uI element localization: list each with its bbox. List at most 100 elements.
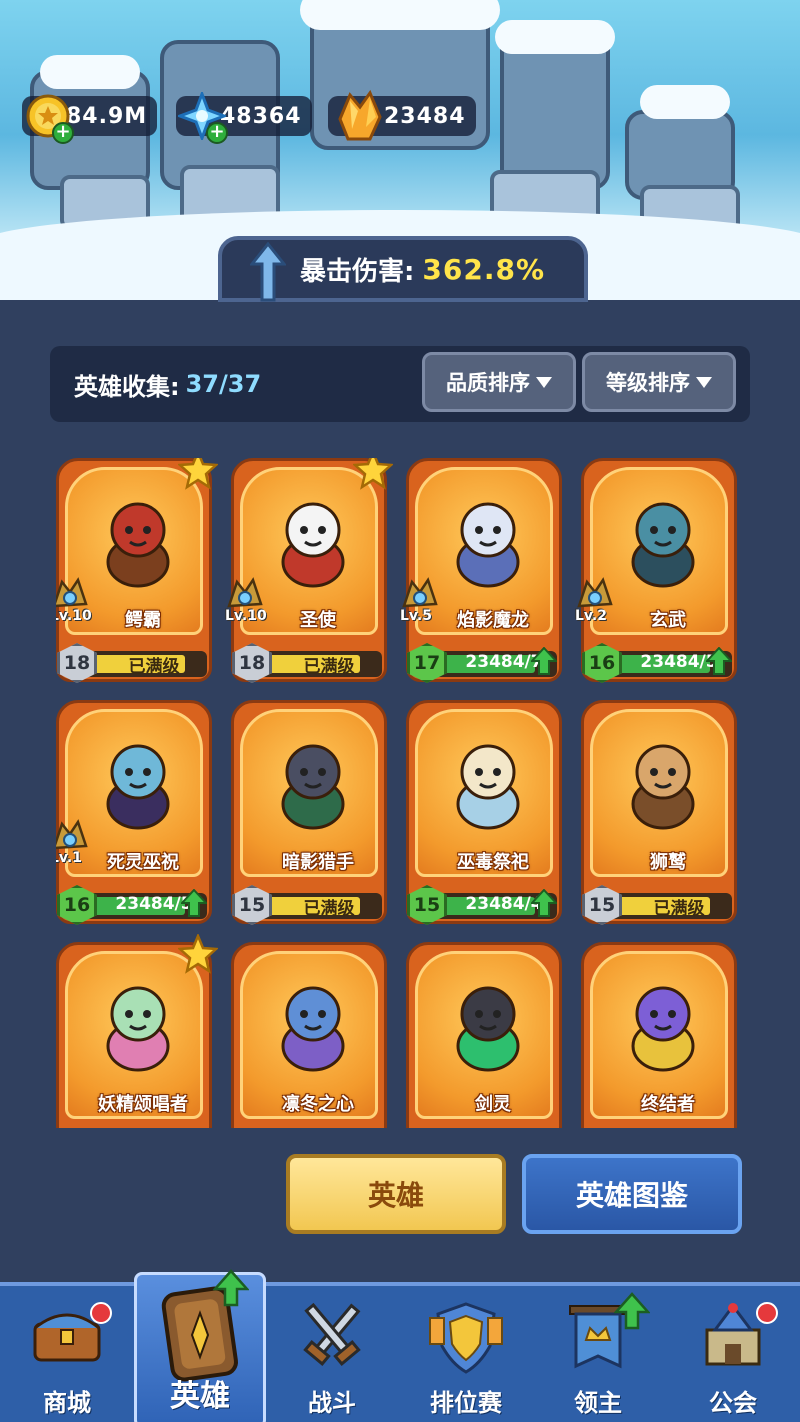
hero-portrait-icon	[631, 502, 695, 588]
hero-name: 狮鹫	[650, 852, 686, 873]
equipment-level: Lv.10	[56, 608, 92, 624]
hero-card[interactable]: 圣使 已满级 18 Lv.10	[225, 458, 393, 686]
hero-portrait-icon	[281, 744, 345, 830]
hero-name: 暗影猎手	[282, 852, 354, 873]
nav-item-label: 英雄	[170, 1379, 230, 1414]
equipment-level: Lv.5	[400, 608, 432, 624]
hero-portrait-icon	[456, 502, 520, 588]
nav-item[interactable]: 英雄	[134, 1269, 266, 1422]
tab-hero-guide-label: 英雄图鉴	[575, 1179, 688, 1212]
orange-gem-icon	[328, 89, 388, 142]
equipment-level: Lv.2	[575, 608, 607, 624]
hero-rank-badge: 18	[232, 643, 272, 683]
hero-rank-badge: 17	[407, 643, 447, 683]
sort-quality-label: 品质排序	[446, 371, 530, 395]
collection-count: 37/37	[185, 370, 262, 398]
hero-rank-badge: 15	[232, 885, 272, 925]
tab-hero-label: 英雄	[367, 1179, 424, 1212]
equipment-icon: Lv.5	[398, 576, 446, 632]
hero-portrait-icon	[456, 986, 520, 1072]
hero-portrait-icon	[106, 502, 170, 588]
hero-portrait-icon	[456, 744, 520, 830]
nav-item[interactable]: 排位赛	[400, 1286, 532, 1422]
gem-amount: 23484	[384, 103, 466, 129]
crystal-amount: 48364	[220, 103, 302, 129]
notification-dot	[756, 1302, 778, 1324]
upgrade-arrow-icon	[531, 889, 557, 917]
hero-card[interactable]: 焰影魔龙 23484/7 17 Lv.5	[400, 458, 562, 686]
nav-item[interactable]: 战斗	[266, 1286, 398, 1422]
crit-damage-value: 362.8%	[422, 252, 546, 286]
upgrade-arrow-icon	[531, 647, 557, 675]
hero-level-status: 已满级	[128, 657, 180, 677]
hero-card-grid: 鳄霸已满级18Lv.10圣使已满级18Lv.10焰影魔龙23484/717Lv.…	[56, 458, 744, 1128]
nav-item-label: 战斗	[308, 1389, 356, 1417]
rank-shield-icon	[428, 1300, 504, 1380]
nav-item[interactable]: 公会	[666, 1286, 800, 1422]
equipment-level: Lv.1	[56, 850, 82, 866]
upgrade-arrow-icon	[181, 889, 207, 917]
crit-damage-label: 暴击伤害:	[300, 256, 415, 287]
sort-level-label: 等级排序	[606, 371, 690, 395]
hero-portrait-icon	[106, 986, 170, 1072]
nav-item[interactable]: 商城	[0, 1286, 134, 1422]
equipment-icon: Lv.10	[56, 576, 96, 632]
gem-counter[interactable]: 23484	[328, 88, 476, 144]
crystal-counter[interactable]: 48364 +	[176, 88, 312, 144]
dropdown-triangle-icon	[536, 376, 552, 388]
nav-item[interactable]: 领主	[532, 1286, 664, 1422]
hero-rank-badge: 18	[57, 643, 97, 683]
add-crystal-icon[interactable]: +	[206, 122, 228, 144]
hero-card[interactable]: 凛冬之心	[231, 942, 387, 1128]
crossed-swords-icon	[294, 1300, 370, 1374]
gold-counter[interactable]: 84.9M +	[22, 88, 158, 144]
gold-amount: 84.9M	[66, 103, 148, 129]
hero-card[interactable]: 死灵巫祝23484/516Lv.1	[56, 700, 212, 928]
dropdown-triangle-icon	[696, 376, 712, 388]
star-icon	[178, 934, 218, 974]
hero-level-status: 已满级	[303, 899, 355, 919]
hero-level-status: 已满级	[303, 657, 355, 677]
bottom-navigation: 商城 英雄 战斗 排位赛 领主 公会	[0, 1269, 800, 1422]
nav-item-label: 商城	[43, 1389, 91, 1417]
hero-card[interactable]: 狮鹫 已满级 15	[581, 700, 737, 928]
star-icon	[178, 458, 218, 490]
hero-name: 巫毒祭祀	[457, 852, 529, 873]
snowflake-crystal-icon: +	[176, 90, 228, 144]
sort-by-level-button[interactable]: 等级排序	[582, 352, 736, 412]
hero-card[interactable]: 终结者	[581, 942, 737, 1128]
equipment-level: Lv.10	[225, 608, 267, 624]
up-arrow-icon	[248, 241, 288, 306]
hero-card[interactable]: 鳄霸已满级18Lv.10	[56, 458, 218, 686]
hero-portrait-icon	[106, 744, 170, 830]
equipment-icon: Lv.10	[223, 576, 271, 632]
upgrade-arrow-icon	[613, 1292, 651, 1334]
hero-name: 凛冬之心	[282, 1094, 354, 1115]
hero-collection-bar: 英雄收集: 37/37 品质排序 等级排序	[50, 346, 750, 422]
sort-by-quality-button[interactable]: 品质排序	[422, 352, 576, 412]
hero-name: 终结者	[641, 1094, 695, 1115]
collection-label: 英雄收集:	[74, 372, 180, 401]
notification-dot	[90, 1302, 112, 1324]
nav-item-label: 领主	[574, 1389, 622, 1417]
add-gold-icon[interactable]: +	[52, 122, 74, 144]
crit-damage-banner: 暴击伤害: 362.8%	[218, 236, 588, 302]
hero-rank-badge: 16	[57, 885, 97, 925]
hero-card[interactable]: 妖精颂唱者	[56, 934, 218, 1128]
hero-portrait-icon	[281, 986, 345, 1072]
hero-card[interactable]: 巫毒祭祀 23484/4 15	[406, 700, 562, 928]
hero-card[interactable]: 暗影猎手已满级 15	[231, 700, 387, 928]
hero-rank-badge: 16	[582, 643, 622, 683]
equipment-icon: Lv.2	[573, 576, 621, 632]
hero-name: 妖精颂唱者	[98, 1094, 188, 1115]
hero-portrait-icon	[631, 744, 695, 830]
gold-coin-icon: +	[22, 90, 74, 144]
hero-card[interactable]: 玄武 23484/5 16 Lv.2	[575, 458, 737, 686]
tab-hero-guide[interactable]: 英雄图鉴	[522, 1154, 742, 1234]
hero-card[interactable]: 剑灵	[406, 942, 562, 1128]
upgrade-arrow-icon	[706, 647, 732, 675]
hero-portrait-icon	[281, 502, 345, 588]
nav-item-label: 公会	[709, 1389, 757, 1417]
tab-hero[interactable]: 英雄	[286, 1154, 506, 1234]
hero-rank-badge: 15	[582, 885, 622, 925]
